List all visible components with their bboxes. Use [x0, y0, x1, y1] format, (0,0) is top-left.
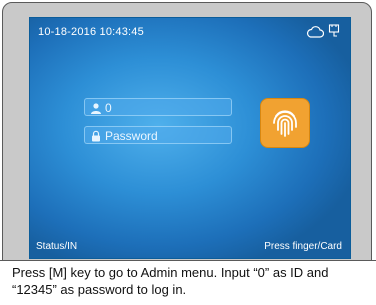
lock-icon [90, 129, 102, 142]
user-icon [90, 101, 102, 114]
password-placeholder: Password [105, 129, 158, 143]
instruction-text: Press [M] key to go to Admin menu. Input… [12, 265, 329, 297]
cloud-icon [306, 25, 325, 38]
fingerprint-button[interactable] [260, 98, 310, 148]
device-screen: 10-18-2016 10:43:45 0 Password Status/IN… [29, 17, 351, 259]
press-finger-prompt: Press finger/Card [264, 241, 342, 252]
user-id-field[interactable]: 0 [84, 98, 232, 116]
fingerprint-icon [273, 110, 297, 137]
datetime-label: 10-18-2016 10:43:45 [38, 26, 144, 38]
status-bar: 10-18-2016 10:43:45 [30, 18, 350, 48]
status-label: Status/IN [36, 241, 78, 252]
device-frame: 10-18-2016 10:43:45 0 Password Status/IN… [2, 2, 372, 300]
instruction-caption: Press [M] key to go to Admin menu. Input… [0, 260, 376, 305]
password-field[interactable]: Password [84, 126, 232, 144]
network-plug-icon [328, 24, 340, 38]
user-id-value: 0 [105, 101, 112, 115]
